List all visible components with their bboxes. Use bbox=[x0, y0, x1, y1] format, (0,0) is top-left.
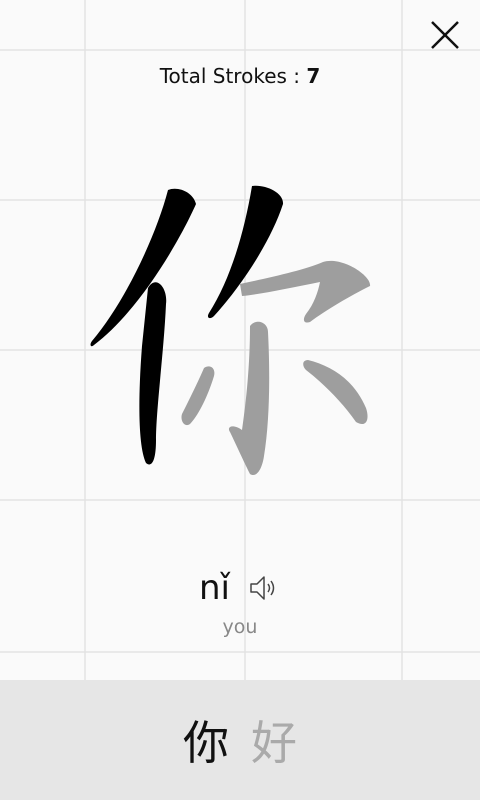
pronunciation-row: nǐ bbox=[0, 568, 480, 618]
stroke-1 bbox=[90, 188, 196, 347]
stroke-5 bbox=[228, 321, 270, 476]
stroke-2 bbox=[139, 282, 167, 465]
play-audio-button[interactable] bbox=[247, 572, 281, 604]
pinyin-text: nǐ bbox=[198, 568, 230, 608]
total-strokes-label: Total Strokes : 7 bbox=[0, 64, 480, 88]
speaker-icon bbox=[250, 576, 275, 600]
stroke-7 bbox=[303, 360, 368, 425]
total-strokes-count: 7 bbox=[306, 64, 321, 88]
stroke-6 bbox=[181, 366, 215, 426]
close-icon bbox=[431, 21, 459, 49]
stroke-order-screen: Total Strokes : 7 nǐ you 你 好 bbox=[0, 0, 480, 800]
meaning-text: you bbox=[222, 616, 258, 638]
word-char-1[interactable]: 你 bbox=[183, 707, 229, 773]
close-button[interactable] bbox=[420, 10, 470, 60]
stroke-3 bbox=[207, 185, 284, 319]
word-char-2[interactable]: 好 bbox=[251, 707, 297, 773]
total-strokes-text: Total Strokes : bbox=[159, 64, 307, 88]
stroke-4 bbox=[240, 260, 371, 323]
character-stroke-canvas bbox=[90, 185, 371, 476]
word-bar: 你 好 bbox=[0, 680, 480, 800]
